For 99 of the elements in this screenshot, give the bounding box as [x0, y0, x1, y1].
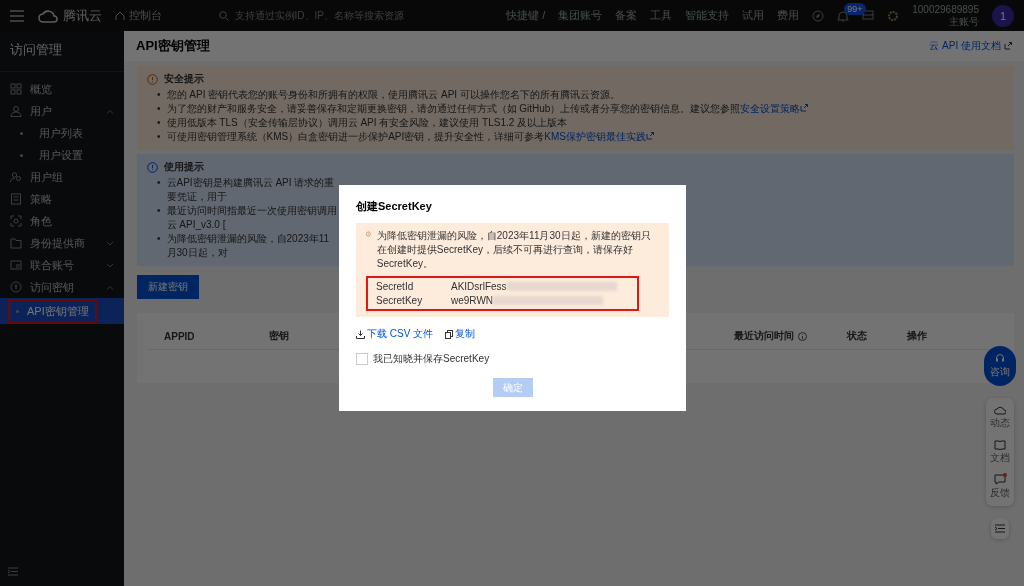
column-header: 密钥 — [269, 329, 289, 343]
bullet: • — [157, 116, 161, 130]
item-label: 用户设置 — [39, 147, 84, 163]
external-link-icon — [1004, 42, 1012, 50]
copy-icon — [445, 329, 454, 339]
nav-link[interactable]: 智能支持 — [685, 8, 730, 23]
inbox-icon[interactable] — [862, 10, 875, 21]
external-link-icon — [800, 104, 809, 112]
float-button[interactable]: 反馈 — [990, 474, 1010, 500]
secret-label: SecretId — [376, 281, 415, 292]
external-link-icon — [646, 132, 654, 140]
notice-text: 使用低版本 TLS（安全传输层协议）调用云 API 有安全风险，建议使用 TLS1.2 及以上版本 — [166, 116, 568, 130]
grid-icon — [10, 83, 22, 95]
item-label: 角色 — [30, 213, 53, 229]
sidebar-item[interactable]: 用户 — [0, 100, 124, 122]
warning-icon — [366, 229, 371, 239]
menu-icon[interactable] — [10, 9, 24, 22]
bullet: • — [157, 232, 161, 246]
bullet: • — [157, 204, 161, 218]
notice-text: 为降低密钥泄漏的风险，自2023年11月30日起，对 — [166, 232, 331, 260]
notice-text: 为了您的财产和服务安全，请妥善保存和定期更换密钥，请勿通过任何方式（如 GitHub）上传或者分享您的密钥信息。建议您参照安全设置策略 — [166, 102, 809, 116]
info-icon — [147, 73, 158, 85]
column-header: APPID — [164, 330, 195, 342]
column-header: 状态 — [847, 329, 867, 343]
download-icon — [356, 329, 365, 339]
dialog-title: 创建SecretKey — [356, 199, 433, 214]
list-icon[interactable] — [995, 524, 1005, 533]
checkbox[interactable] — [356, 353, 368, 365]
nav-link[interactable]: 费用 — [777, 8, 800, 23]
doc-link[interactable]: 云 API 使用文档 — [929, 39, 1012, 53]
sidebar-item[interactable]: 访问密钥 — [0, 276, 124, 298]
item-label: 用户组 — [30, 169, 64, 185]
notice-text: 为降低密钥泄漏的风险，自2023年11月30日起，新建的密钥只在创建时提供SecretKey，后续不可再进行查询，请保存好SecretKey。 — [376, 229, 652, 271]
column-header: 最近访问时间 — [734, 329, 807, 343]
item-label: API密钥管理 — [27, 303, 89, 319]
item-label: 身份提供商 — [30, 235, 86, 251]
avatar[interactable]: 1 — [992, 4, 1014, 27]
copy-link[interactable]: 复制 — [445, 327, 476, 341]
sidebar-item[interactable]: 身份提供商 — [0, 232, 124, 254]
sidebar-item[interactable]: 角色 — [0, 210, 124, 232]
checkbox-label: 我已知晓并保存SecretKey — [373, 352, 490, 366]
float-button[interactable]: 动态 — [990, 404, 1010, 430]
chevron-down-icon — [106, 240, 114, 246]
bullet: • — [157, 176, 161, 190]
notice-text: 您的 API 密钥代表您的账号身份和所拥有的权限，使用腾讯云 API 可以操作您名下的所有腾讯云资源。 — [166, 88, 620, 102]
cloud-icon — [994, 404, 1006, 415]
bullet: • — [157, 102, 161, 116]
item-label: 概览 — [30, 81, 53, 97]
float-button[interactable]: 文档 — [990, 439, 1010, 465]
sidebar-item[interactable]: 策略 — [0, 188, 124, 210]
compass-icon[interactable] — [812, 9, 825, 22]
sidebar-item[interactable]: 概览 — [0, 78, 124, 100]
headset-icon — [995, 353, 1005, 363]
collapse-icon[interactable] — [8, 567, 18, 576]
nav-link[interactable]: 试用 — [742, 8, 765, 23]
item-label: 访问密钥 — [30, 279, 75, 295]
item-label: 用户列表 — [39, 125, 84, 141]
frame-icon — [10, 215, 22, 227]
cloud-logo-icon — [37, 8, 59, 23]
sidebar-item[interactable]: 用户设置 — [0, 144, 124, 166]
notification-badge: 99+ — [844, 2, 866, 15]
bullet: • — [157, 130, 161, 144]
secret-value: we9RWN — [451, 295, 494, 306]
item-label: 策略 — [30, 191, 53, 207]
home-icon — [115, 10, 125, 21]
chevron-down-icon — [106, 262, 114, 268]
new-key-button[interactable]: 新建密钥 — [137, 275, 199, 299]
chat-icon — [994, 474, 1006, 485]
info-icon — [798, 331, 807, 341]
secret-value: AKIDsrlFess — [451, 281, 507, 292]
text-link[interactable]: KMS保护密钥最佳实践 — [544, 131, 646, 142]
brand-name: 腾讯云 — [63, 6, 102, 25]
key-icon — [10, 281, 22, 293]
secret-label: SecretKey — [376, 295, 424, 306]
gear-icon[interactable] — [887, 9, 900, 22]
page-title: API密钥管理 — [136, 37, 210, 55]
folder-icon — [10, 237, 22, 249]
book-icon — [994, 439, 1006, 450]
notice-title: 安全提示 — [164, 72, 204, 86]
info-icon — [147, 161, 158, 173]
user-icon — [10, 105, 22, 117]
nav-link[interactable]: 备案 — [615, 8, 638, 23]
sidebar-item[interactable]: 用户列表 — [0, 122, 124, 144]
sidebar-item[interactable]: API密钥管理 — [0, 298, 124, 324]
sidebar-item[interactable]: 用户组 — [0, 166, 124, 188]
bullet: • — [157, 88, 161, 102]
notice-title: 使用提示 — [164, 160, 204, 174]
item-label: 用户 — [30, 103, 53, 119]
users-icon — [10, 171, 22, 183]
shortcut-hint: 快捷键 / — [506, 8, 546, 23]
card-icon — [10, 259, 22, 271]
consult-button[interactable]: 咨询 — [984, 346, 1016, 386]
download-link[interactable]: 下载 CSV 文件 — [356, 327, 434, 341]
document-icon — [10, 193, 22, 205]
notice-text: 云API密钥是构建腾讯云 API 请求的重要凭证，用于 — [166, 176, 336, 204]
column-header: 操作 — [907, 329, 927, 343]
search-icon — [218, 10, 229, 21]
text-link[interactable]: 安全设置策略 — [740, 103, 801, 114]
account-id: 100029689895 — [912, 3, 979, 16]
